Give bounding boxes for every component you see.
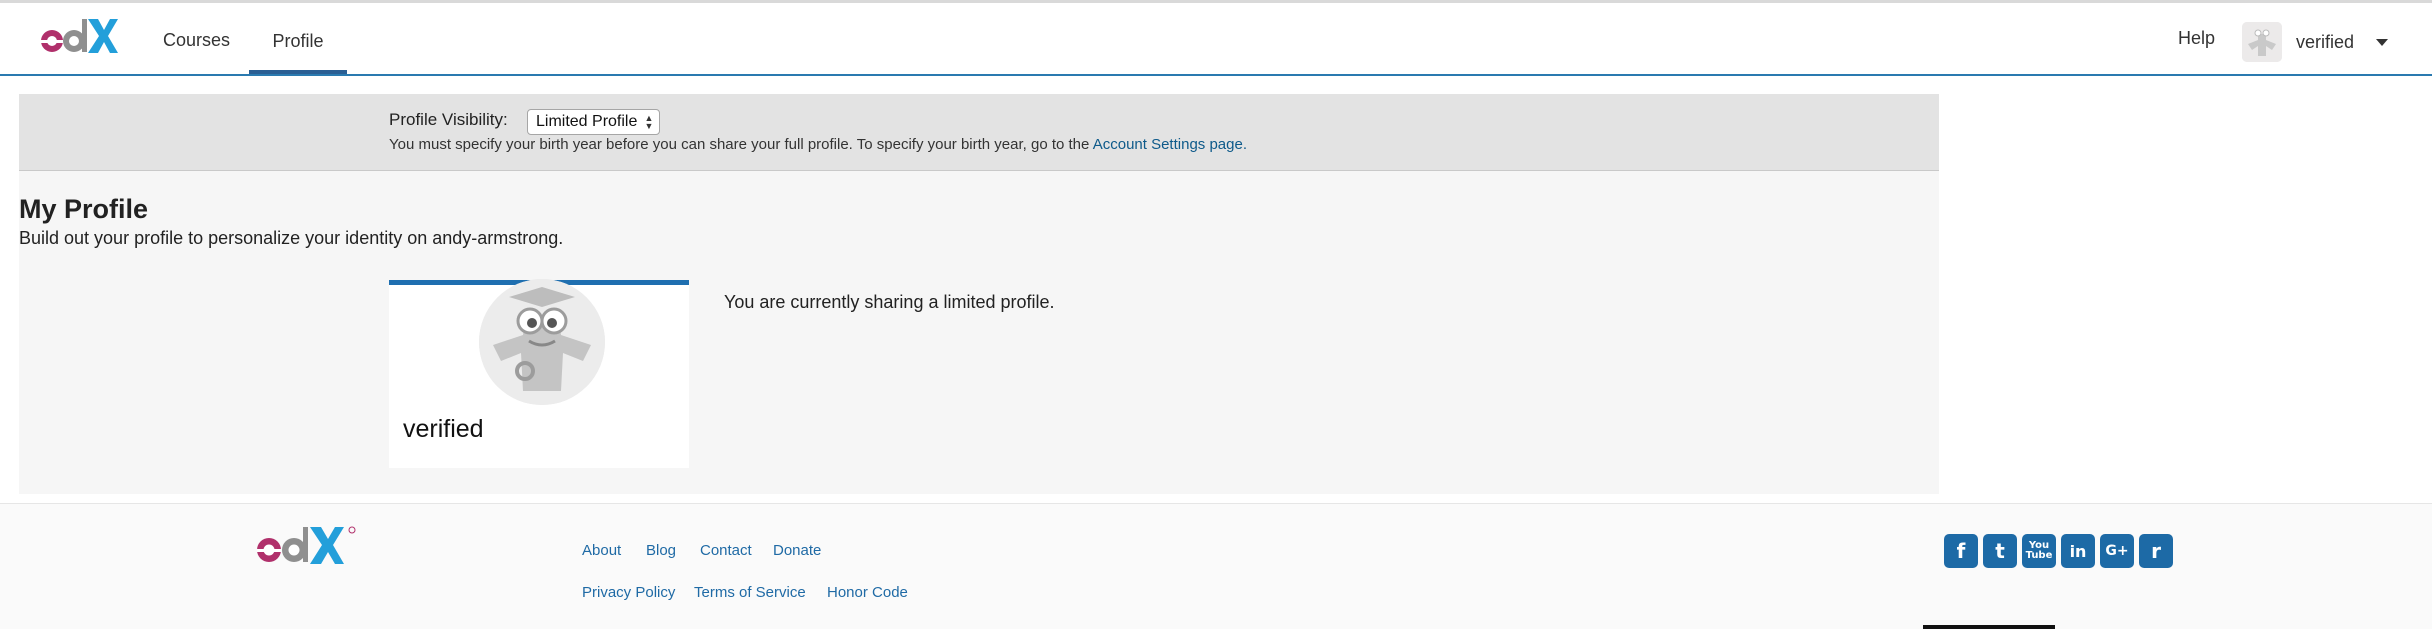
nav-profile[interactable]: Profile	[249, 3, 347, 74]
visibility-select-value: Limited Profile	[536, 113, 638, 130]
footer-link-blog[interactable]: Blog	[646, 542, 676, 559]
page-title: My Profile	[19, 194, 149, 224]
visibility-note: You must specify your birth year before …	[389, 136, 1247, 153]
visibility-label: Profile Visibility:	[389, 110, 508, 129]
profile-main: Profile Visibility: Limited Profile ▲ ▼ Y…	[19, 94, 1939, 494]
footer-link-donate[interactable]: Donate	[773, 542, 821, 559]
select-arrows-icon: ▲ ▼	[644, 113, 654, 131]
bottom-bar	[1923, 625, 2055, 629]
chevron-down-icon[interactable]	[2376, 38, 2389, 46]
reddit-icon[interactable]: r	[2139, 534, 2173, 568]
footer-link-privacy-policy[interactable]: Privacy Policy	[582, 584, 675, 601]
nav-courses[interactable]: Courses	[163, 3, 230, 74]
visibility-select[interactable]: Limited Profile ▲ ▼	[527, 109, 661, 135]
footer-link-honor-code[interactable]: Honor Code	[827, 584, 908, 601]
edx-logo-icon	[257, 526, 356, 564]
page-subtitle: Build out your profile to personalize yo…	[19, 228, 564, 248]
footer-link-terms-of-service[interactable]: Terms of Service	[694, 584, 806, 601]
google-plus-icon[interactable]: G+	[2100, 534, 2134, 568]
help-link[interactable]: Help	[2178, 3, 2215, 74]
facebook-icon[interactable]: f	[1944, 534, 1978, 568]
sharing-message: You are currently sharing a limited prof…	[724, 292, 1055, 312]
site-header: Courses Profile Help verified	[0, 3, 2432, 76]
footer-link-about[interactable]: About	[582, 542, 621, 559]
visibility-bar: Profile Visibility: Limited Profile ▲ ▼ Y…	[19, 94, 1939, 171]
account-settings-link[interactable]: Account Settings page.	[1093, 136, 1247, 153]
default-avatar-icon	[2242, 22, 2282, 62]
youtube-icon[interactable]: You Tube	[2022, 534, 2056, 568]
twitter-icon[interactable]: t	[1983, 534, 2017, 568]
default-profile-avatar-icon	[479, 279, 605, 405]
edx-logo[interactable]	[38, 17, 118, 57]
profile-card: verified	[389, 279, 689, 468]
profile-username: verified	[403, 415, 484, 443]
footer-link-contact[interactable]: Contact	[700, 542, 752, 559]
profile-image[interactable]	[479, 279, 605, 405]
visibility-note-text: You must specify your birth year before …	[389, 136, 1090, 153]
linkedin-icon[interactable]: in	[2061, 534, 2095, 568]
footer-edx-logo[interactable]	[253, 524, 361, 568]
avatar	[2242, 22, 2282, 62]
edx-logo-icon	[41, 19, 118, 53]
user-name: verified	[2296, 31, 2355, 52]
site-footer: About Blog Contact Donate Privacy Policy…	[0, 503, 2432, 629]
user-menu[interactable]: verified	[2242, 22, 2389, 62]
